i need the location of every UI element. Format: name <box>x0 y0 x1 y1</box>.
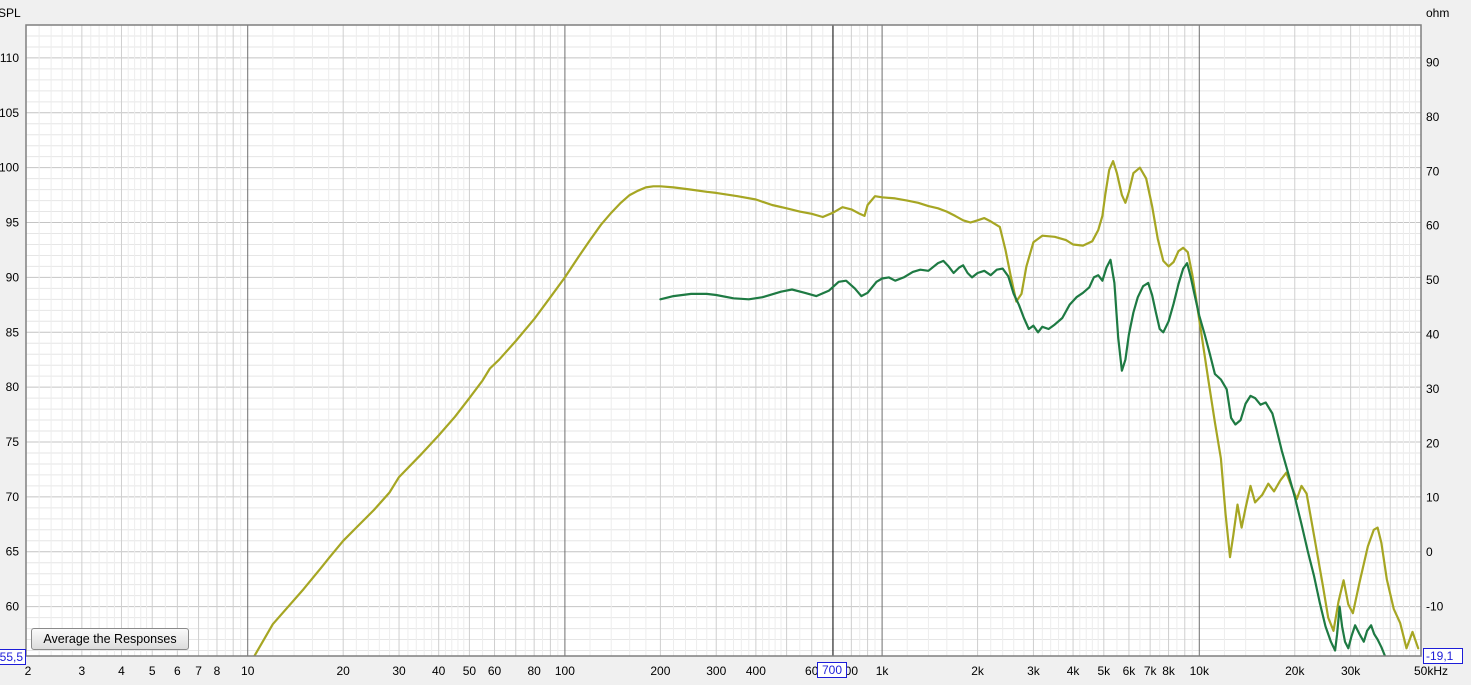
x-tick-label: 20 <box>337 664 351 678</box>
x-tick-label: 10 <box>241 664 255 678</box>
x-tick-label: 30 <box>392 664 406 678</box>
right-tick-label: 50 <box>1426 273 1440 287</box>
x-tick-label: 20k <box>1285 664 1305 678</box>
x-tick-label: 50kHz <box>1414 664 1448 678</box>
average-responses-button[interactable]: Average the Responses <box>31 628 189 650</box>
x-tick-label: 5 <box>149 664 156 678</box>
cursor-frequency-readout[interactable]: 700 <box>817 662 847 678</box>
x-tick-label: 300 <box>706 664 726 678</box>
x-tick-label: 4 <box>118 664 125 678</box>
x-tick-label: 30k <box>1341 664 1361 678</box>
x-tick-label: 40 <box>432 664 446 678</box>
left-tick-label: 110 <box>0 51 19 65</box>
right-tick-label: -10 <box>1426 599 1444 613</box>
left-tick-label: 100 <box>0 161 19 175</box>
x-tick-label: 2 <box>25 664 32 678</box>
right-axis-bottom-readout[interactable]: -19,1 <box>1423 648 1463 664</box>
right-tick-label: 70 <box>1426 164 1440 178</box>
right-tick-label: 30 <box>1426 382 1440 396</box>
x-tick-label: 6k <box>1123 664 1137 678</box>
right-tick-label: 60 <box>1426 219 1440 233</box>
x-tick-label: 60 <box>488 664 502 678</box>
x-tick-label: 80 <box>527 664 541 678</box>
left-tick-label: 90 <box>6 270 20 284</box>
left-axis-bottom-readout[interactable]: 55,5 <box>0 649 26 665</box>
frequency-response-chart[interactable]: 6065707580859095100105110-10010203040506… <box>0 0 1471 685</box>
right-tick-label: 20 <box>1426 436 1440 450</box>
left-tick-label: 60 <box>6 600 20 614</box>
left-tick-label: 80 <box>6 380 20 394</box>
x-tick-label: 7k <box>1144 664 1158 678</box>
x-tick-label: 5k <box>1097 664 1111 678</box>
right-tick-label: 10 <box>1426 491 1440 505</box>
x-tick-label: 400 <box>746 664 766 678</box>
left-tick-label: 85 <box>6 325 20 339</box>
x-tick-label: 1k <box>876 664 890 678</box>
x-tick-label: 50 <box>463 664 477 678</box>
left-axis-label: SPL <box>0 6 21 20</box>
left-tick-label: 105 <box>0 106 19 120</box>
left-tick-label: 70 <box>6 490 20 504</box>
x-tick-label: 200 <box>650 664 670 678</box>
x-tick-label: 3 <box>79 664 86 678</box>
x-tick-label: 100 <box>555 664 575 678</box>
left-tick-label: 95 <box>6 216 20 230</box>
right-tick-label: 80 <box>1426 110 1440 124</box>
right-axis-label: ohm <box>1426 6 1449 20</box>
x-tick-label: 2k <box>971 664 985 678</box>
left-tick-label: 65 <box>6 545 20 559</box>
x-tick-label: 6 <box>174 664 181 678</box>
x-tick-label: 3k <box>1027 664 1041 678</box>
x-tick-label: 10k <box>1190 664 1210 678</box>
x-tick-label: 4k <box>1067 664 1081 678</box>
right-tick-label: 40 <box>1426 328 1440 342</box>
right-tick-label: 90 <box>1426 56 1440 70</box>
left-tick-label: 75 <box>6 435 20 449</box>
right-tick-label: 0 <box>1426 545 1433 559</box>
x-tick-label: 8k <box>1162 664 1176 678</box>
x-tick-label: 7 <box>195 664 202 678</box>
plot-background <box>26 25 1421 656</box>
x-tick-label: 8 <box>214 664 221 678</box>
